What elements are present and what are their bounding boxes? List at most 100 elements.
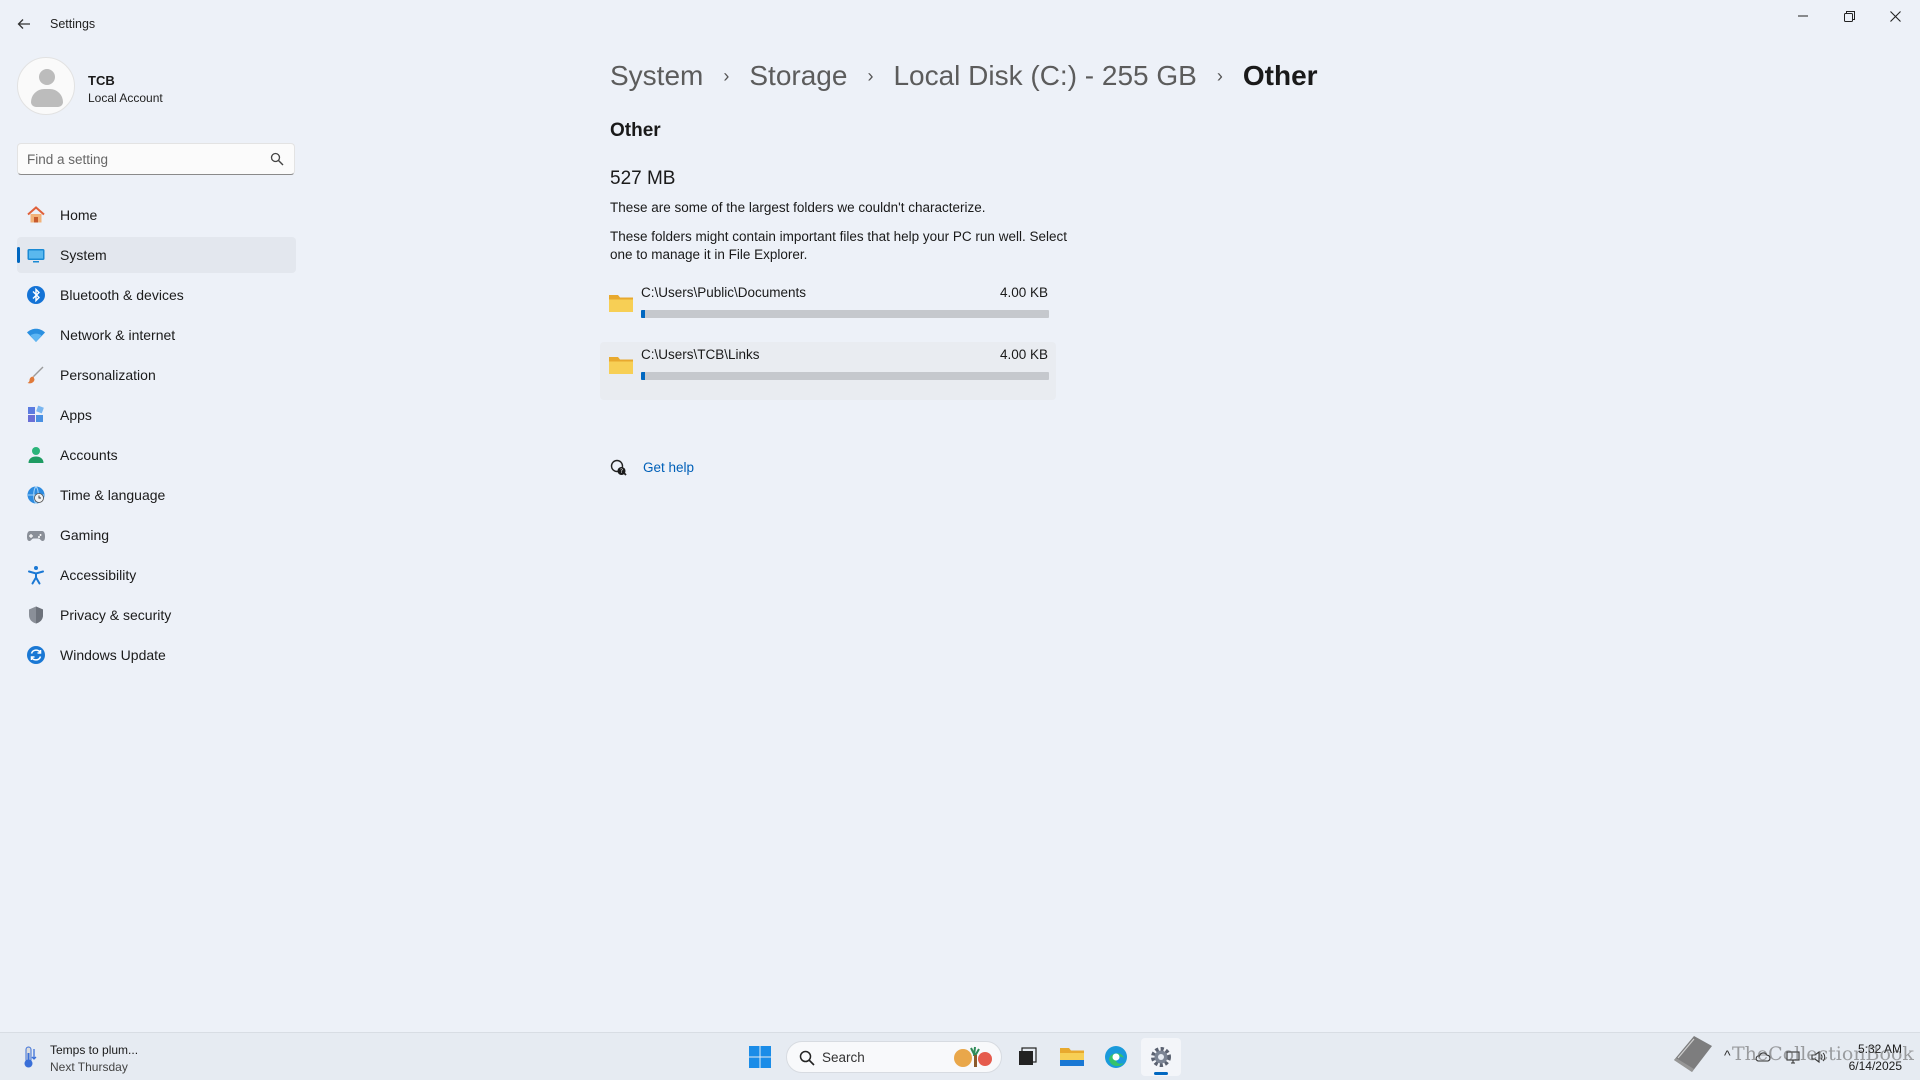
- sidebar-nav: Home System Bluetooth & devices Network …: [17, 197, 296, 677]
- edge-button[interactable]: [1096, 1038, 1136, 1076]
- app-title: Settings: [50, 17, 96, 31]
- search-icon: [799, 1050, 815, 1066]
- start-button[interactable]: [740, 1038, 780, 1076]
- settings-taskbar-button[interactable]: [1141, 1038, 1181, 1076]
- accessibility-icon: [28, 566, 44, 585]
- folder-row[interactable]: C:\Users\Public\Documents 4.00 KB: [600, 280, 1056, 338]
- settings-window: Settings TCB Local Account Home System: [0, 0, 1920, 1032]
- apps-icon: [28, 405, 44, 422]
- sidebar-item-accounts[interactable]: Accounts: [17, 437, 296, 473]
- folder-path: C:\Users\Public\Documents: [641, 285, 807, 300]
- brush-icon: [27, 366, 44, 384]
- restore-button[interactable]: [1826, 0, 1872, 32]
- account-type: Local Account: [88, 91, 163, 105]
- back-button[interactable]: [10, 12, 38, 36]
- taskbar: Temps to plum... Next Thursday Search ^ …: [0, 1032, 1920, 1080]
- edge-icon: [1105, 1046, 1127, 1068]
- home-icon: [27, 206, 45, 223]
- svg-text:?: ?: [620, 468, 623, 475]
- sidebar-item-label: System: [60, 247, 107, 263]
- sidebar-item-privacy-security[interactable]: Privacy & security: [17, 597, 296, 633]
- search-highlight-icon: [954, 1046, 992, 1067]
- get-help-link[interactable]: Get help: [643, 460, 694, 475]
- settings-search-box[interactable]: [17, 143, 295, 175]
- sidebar-item-gaming[interactable]: Gaming: [17, 517, 296, 553]
- gamepad-icon: [27, 531, 45, 541]
- breadcrumb-system[interactable]: System: [610, 60, 703, 92]
- section-title: Other: [610, 120, 661, 141]
- get-help-icon: ?: [610, 459, 627, 476]
- search-input[interactable]: [27, 150, 257, 168]
- watermark-text: TheCollectionBook: [1732, 1043, 1914, 1065]
- sidebar-item-label: Accessibility: [60, 567, 137, 583]
- shield-icon: [29, 606, 43, 624]
- breadcrumb-separator: ›: [723, 65, 730, 86]
- thermometer-icon[interactable]: [18, 1045, 42, 1069]
- task-view-button[interactable]: [1007, 1038, 1047, 1076]
- book-logo-icon: [1674, 1036, 1712, 1072]
- description: These are some of the largest folders we…: [610, 200, 986, 215]
- sidebar-item-time-language[interactable]: Time & language: [17, 477, 296, 513]
- sidebar-item-label: Network & internet: [60, 327, 176, 343]
- breadcrumb-local-disk[interactable]: Local Disk (C:) - 255 GB: [893, 60, 1196, 92]
- sidebar-item-system[interactable]: System: [17, 237, 296, 273]
- accounts-icon: [28, 447, 44, 463]
- back-arrow-icon: [17, 19, 30, 29]
- weather-title[interactable]: Temps to plum...: [50, 1043, 138, 1057]
- start-icon: [749, 1046, 771, 1068]
- folder-size: 4.00 KB: [999, 347, 1048, 362]
- sidebar-item-label: Accounts: [60, 447, 118, 463]
- file-explorer-button[interactable]: [1052, 1038, 1092, 1076]
- usage-bar-fill: [641, 310, 646, 318]
- sidebar-item-bluetooth[interactable]: Bluetooth & devices: [17, 277, 296, 313]
- usage-bar: [641, 310, 1049, 318]
- restore-icon: [1843, 10, 1855, 22]
- folder-size: 4.00 KB: [999, 285, 1048, 300]
- minimize-button[interactable]: [1780, 0, 1826, 32]
- folder-icon: [609, 295, 633, 312]
- usage-bar: [641, 372, 1049, 380]
- bluetooth-icon: [27, 286, 45, 304]
- folder-row[interactable]: C:\Users\TCB\Links 4.00 KB: [600, 342, 1056, 400]
- sidebar-item-label: Personalization: [60, 367, 156, 383]
- globe-clock-icon: [27, 486, 45, 504]
- avatar-body: [31, 89, 63, 107]
- sidebar-item-home[interactable]: Home: [17, 197, 296, 233]
- breadcrumb-storage[interactable]: Storage: [749, 60, 847, 92]
- avatar[interactable]: [17, 57, 75, 115]
- sidebar-item-accessibility[interactable]: Accessibility: [17, 557, 296, 593]
- sidebar-item-windows-update[interactable]: Windows Update: [17, 637, 296, 673]
- close-button[interactable]: [1872, 0, 1918, 32]
- breadcrumb-separator: ›: [867, 65, 874, 86]
- weather-subtitle: Next Thursday: [50, 1060, 128, 1074]
- sidebar-item-label: Bluetooth & devices: [60, 287, 184, 303]
- sidebar-item-network[interactable]: Network & internet: [17, 317, 296, 353]
- total-size: 527 MB: [610, 168, 676, 189]
- search-icon[interactable]: [270, 152, 284, 166]
- user-name: TCB: [88, 73, 115, 88]
- sidebar-item-label: Home: [60, 207, 98, 223]
- sidebar-item-label: Privacy & security: [60, 607, 172, 623]
- sidebar-item-personalization[interactable]: Personalization: [17, 357, 296, 393]
- sidebar-item-label: Time & language: [60, 487, 166, 503]
- tray-overflow-chevron[interactable]: ^: [1724, 1047, 1731, 1063]
- breadcrumb-current: Other: [1242, 60, 1318, 91]
- breadcrumb: System › Storage › Local Disk (C:) - 255…: [610, 56, 1318, 96]
- update-icon: [27, 646, 45, 664]
- folder-path: C:\Users\TCB\Links: [641, 347, 760, 362]
- system-icon: [27, 249, 45, 263]
- sidebar-item-apps[interactable]: Apps: [17, 397, 296, 433]
- sidebar-item-label: Apps: [60, 407, 92, 423]
- folder-icon: [609, 357, 633, 374]
- sidebar-item-label: Windows Update: [60, 647, 166, 663]
- task-view-icon: [1019, 1047, 1037, 1065]
- breadcrumb-separator: ›: [1216, 65, 1223, 86]
- file-explorer-icon: [1060, 1048, 1084, 1066]
- wifi-icon: [27, 328, 45, 342]
- usage-bar-fill: [641, 372, 646, 380]
- avatar-head: [39, 69, 55, 85]
- title-bar: Settings: [0, 0, 1920, 48]
- close-icon: [1889, 10, 1901, 22]
- taskbar-search[interactable]: Search: [786, 1041, 1002, 1073]
- description: These folders might contain important fi…: [610, 229, 1067, 262]
